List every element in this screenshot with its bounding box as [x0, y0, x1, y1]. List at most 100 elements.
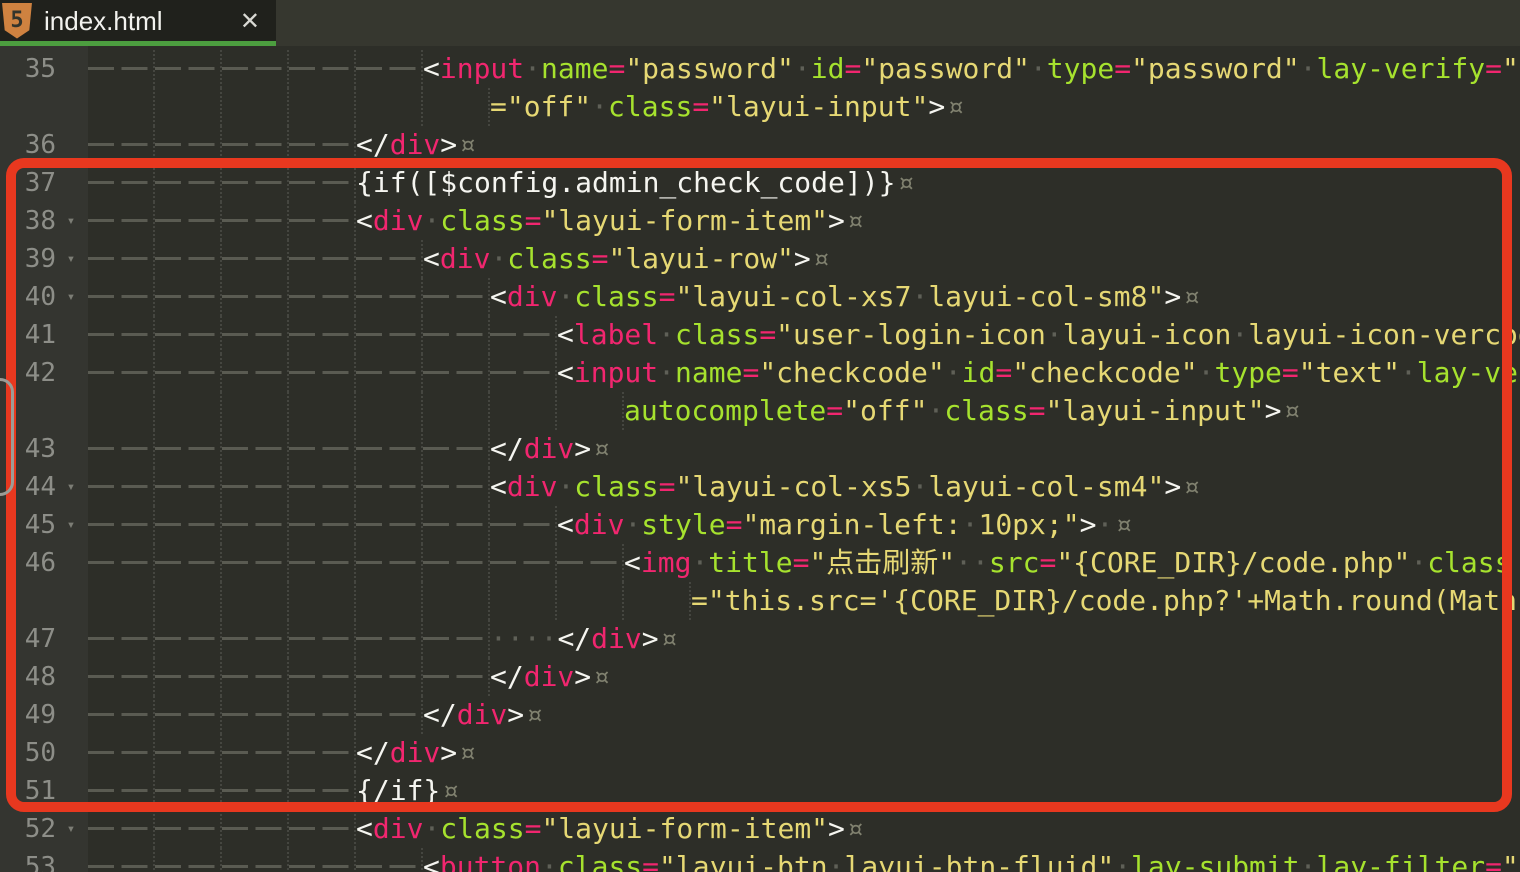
gutter-row: 52▾: [0, 810, 88, 848]
code-token: "off": [843, 392, 927, 430]
space-dot-marker: ·: [962, 506, 979, 544]
code-token: "layui-btn: [659, 848, 828, 872]
indent-whitespace-marker: [155, 240, 222, 278]
code-line: <div·class="layui-row">¤: [88, 240, 830, 278]
space-dot-marker: ·: [423, 202, 440, 240]
code-line: </div>¤: [88, 658, 610, 696]
code-token: layui-icon-vercod: [1248, 316, 1520, 354]
indent-whitespace-marker: [222, 582, 289, 620]
line-number: 35: [0, 50, 56, 88]
code-token: type: [1214, 354, 1281, 392]
line-number: 50: [0, 734, 56, 772]
code-line: <button·class="layui-btn·layui-btn-fluid…: [88, 848, 1519, 872]
code-token: <: [423, 240, 440, 278]
gutter-row: 41: [0, 316, 88, 354]
eol-marker: ¤: [1115, 506, 1132, 544]
code-token: >: [1164, 468, 1181, 506]
code-token: >: [574, 658, 591, 696]
fold-arrow-icon[interactable]: ▾: [56, 810, 86, 848]
code-token: div: [390, 734, 441, 772]
eol-marker: ¤: [813, 240, 830, 278]
code-token: >: [1164, 278, 1181, 316]
gutter-row: 47: [0, 620, 88, 658]
indent-whitespace-marker: [289, 50, 356, 88]
indent-whitespace-marker: [222, 772, 289, 810]
space-dot-marker: ·: [911, 468, 928, 506]
indent-whitespace-marker: [88, 468, 155, 506]
indent-whitespace-marker: [423, 620, 490, 658]
indent-whitespace-marker: [356, 506, 423, 544]
indent-whitespace-marker: [423, 468, 490, 506]
code-token: "password": [861, 50, 1030, 88]
code-line: ="off"·class="layui-input">¤: [88, 88, 964, 126]
indent-whitespace-marker: [222, 164, 289, 202]
indent-whitespace-marker: [88, 240, 155, 278]
indent-whitespace-marker: [356, 278, 423, 316]
code-token: ="off": [490, 88, 591, 126]
indent-whitespace-marker: [557, 582, 624, 620]
tab-index-html[interactable]: 5 index.html ✕: [0, 0, 276, 46]
code-token: <: [557, 354, 574, 392]
fold-arrow-icon[interactable]: ▾: [56, 202, 86, 240]
eol-marker: ¤: [1183, 468, 1200, 506]
indent-whitespace-marker: [222, 240, 289, 278]
code-token: </: [356, 126, 390, 164]
indent-whitespace-marker: [88, 88, 155, 126]
code-token: img: [641, 544, 692, 582]
code-token: </: [490, 658, 524, 696]
code-token: >: [574, 430, 591, 468]
code-token: =: [525, 202, 542, 240]
space-dot-marker: ·: [691, 544, 708, 582]
code-token: "user-login-icon: [776, 316, 1046, 354]
code-token: "password": [625, 50, 794, 88]
indent-whitespace-marker: [289, 392, 356, 430]
code-line: autocomplete="off"·class="layui-input">¤: [88, 392, 1300, 430]
code-token: =: [692, 88, 709, 126]
indent-whitespace-marker: [155, 202, 222, 240]
code-token: "margin-left:: [742, 506, 961, 544]
indent-whitespace-marker: [356, 50, 423, 88]
space-dot-marker: ·: [1300, 848, 1317, 872]
fold-arrow-icon[interactable]: ▾: [56, 468, 86, 506]
space-dot-marker: ·: [1231, 316, 1248, 354]
code-token: layui-icon: [1063, 316, 1232, 354]
indent-whitespace-marker: [88, 316, 155, 354]
indent-whitespace-marker: [222, 810, 289, 848]
code-token: =: [608, 50, 625, 88]
indent-whitespace-marker: [88, 506, 155, 544]
gutter-row: 51: [0, 772, 88, 810]
code-token: =: [659, 278, 676, 316]
code-token: <: [423, 50, 440, 88]
space-dot-marker: ·: [927, 392, 944, 430]
code-line: <input·name="checkcode"·id="checkcode"·t…: [88, 354, 1520, 392]
indent-whitespace-marker: [155, 164, 222, 202]
indent-whitespace-marker: [490, 506, 557, 544]
indent-whitespace-marker: [88, 696, 155, 734]
code-token: "password": [1131, 50, 1300, 88]
indent-whitespace-marker: [222, 506, 289, 544]
eol-marker: ¤: [459, 126, 476, 164]
eol-marker: ¤: [1283, 392, 1300, 430]
fold-arrow-icon[interactable]: ▾: [56, 278, 86, 316]
code-token: <: [490, 468, 507, 506]
space-dot-marker: ····: [490, 620, 557, 658]
code-token: class: [507, 240, 591, 278]
code-token: =: [759, 316, 776, 354]
gutter-row: 53: [0, 848, 88, 872]
tab-close-icon[interactable]: ✕: [240, 7, 260, 35]
fold-arrow-icon[interactable]: ▾: [56, 506, 86, 544]
fold-arrow-icon[interactable]: ▾: [56, 240, 86, 278]
indent-whitespace-marker: [289, 316, 356, 354]
code-token: <: [490, 278, 507, 316]
code-token: <: [356, 810, 373, 848]
editor-area[interactable]: 35<input·name="password"·id="password"·t…: [0, 46, 1520, 872]
code-token: div: [440, 240, 491, 278]
space-dot-marker: ·: [1096, 506, 1113, 544]
code-token: </: [356, 734, 390, 772]
code-token: autocomplete: [624, 392, 826, 430]
indent-whitespace-marker: [490, 392, 557, 430]
indent-whitespace-marker: [289, 506, 356, 544]
indent-whitespace-marker: [289, 354, 356, 392]
indent-whitespace-marker: [289, 658, 356, 696]
code-line: ="this.src='{CORE_DIR}/code.php?'+Math.r…: [88, 582, 1517, 620]
